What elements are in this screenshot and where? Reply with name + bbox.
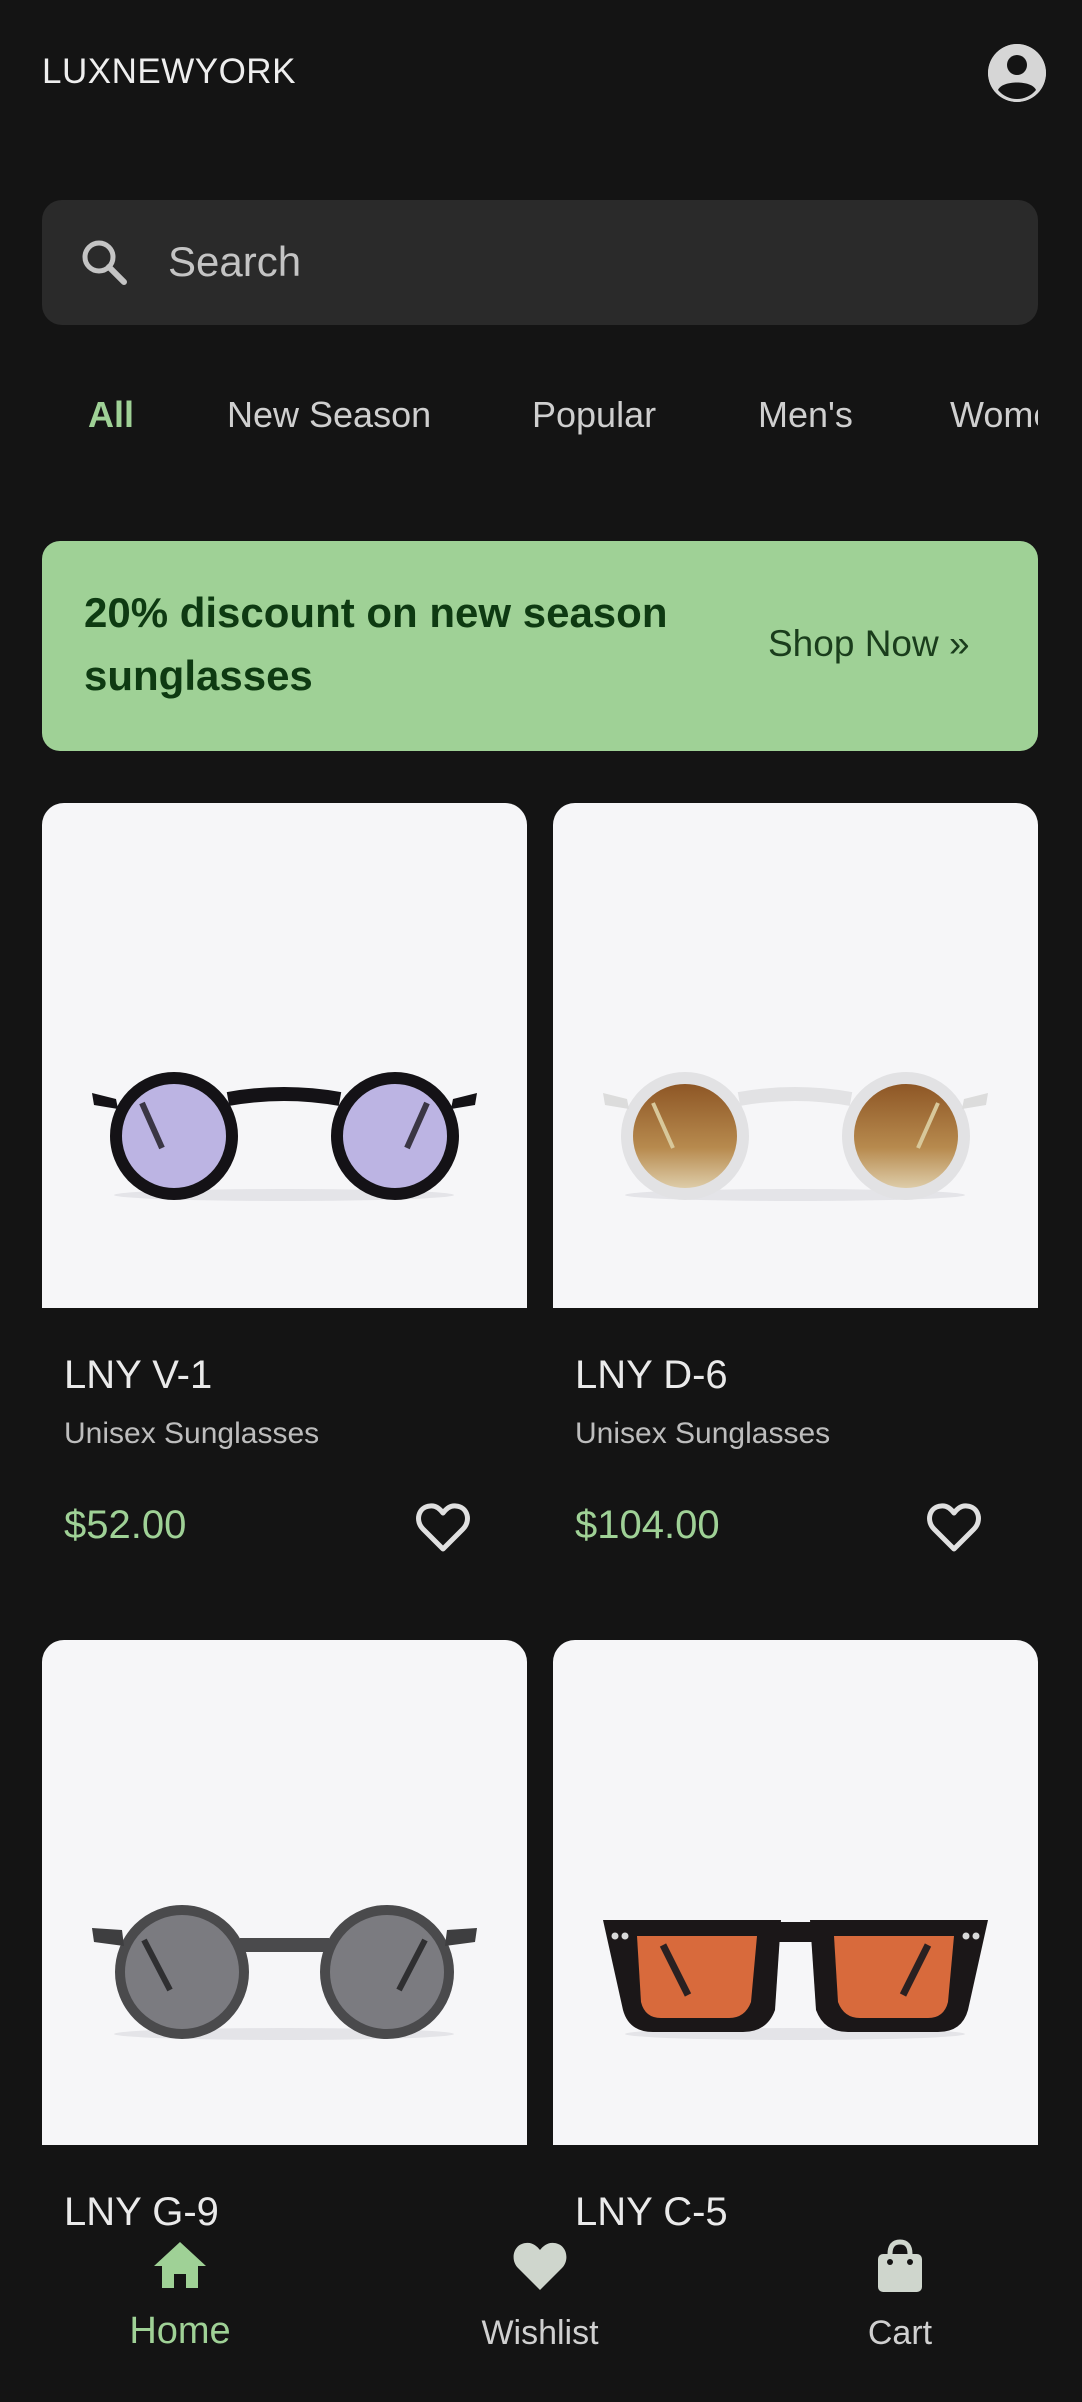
product-image	[553, 803, 1038, 1308]
heart-icon	[510, 2236, 570, 2296]
tab-popular[interactable]: Popular	[532, 385, 656, 445]
product-name: LNY D-6	[575, 1353, 728, 1397]
shopping-bag-icon	[870, 2236, 930, 2296]
search-icon	[78, 236, 130, 288]
nav-wishlist[interactable]: Wishlist	[430, 2230, 650, 2402]
app-header: LUXNEWYORK	[0, 0, 1082, 150]
product-name: LNY G-9	[64, 2190, 219, 2234]
product-image	[42, 803, 527, 1308]
wishlist-heart-icon[interactable]	[415, 1501, 471, 1555]
product-card[interactable]: LNY D-6 Unisex Sunglasses $104.00	[553, 803, 1038, 1603]
product-price: $52.00	[64, 1503, 187, 1547]
search-input[interactable]: Search	[168, 236, 301, 288]
nav-home-label: Home	[129, 2310, 231, 2352]
tab-womens[interactable]: Women's	[950, 385, 1038, 445]
product-name: LNY C-5	[575, 2190, 728, 2234]
product-name: LNY V-1	[64, 1353, 213, 1397]
product-card[interactable]: LNY G-9	[42, 1640, 527, 2240]
product-price: $104.00	[575, 1503, 720, 1547]
nav-home[interactable]: Home	[70, 2230, 290, 2402]
promo-text: 20% discount on new season sunglasses	[84, 589, 668, 699]
nav-wishlist-label: Wishlist	[481, 2314, 599, 2352]
product-subtitle: Unisex Sunglasses	[64, 1417, 320, 1450]
tab-new-season[interactable]: New Season	[227, 385, 431, 445]
product-card[interactable]: LNY V-1 Unisex Sunglasses $52.00	[42, 803, 527, 1603]
product-card[interactable]: LNY C-5	[553, 1640, 1038, 2240]
category-tabs: All New Season Popular Men's Women's	[42, 385, 1038, 445]
brand-title: LUXNEWYORK	[42, 52, 296, 91]
promo-banner[interactable]: 20% discount on new season sunglasses Sh…	[42, 541, 1038, 751]
home-icon	[150, 2236, 210, 2296]
nav-cart-label: Cart	[867, 2314, 933, 2352]
wishlist-heart-icon[interactable]	[926, 1501, 982, 1555]
shop-now-button[interactable]: Shop Now »	[768, 623, 970, 665]
product-image	[553, 1640, 1038, 2145]
account-circle-icon[interactable]	[988, 44, 1046, 102]
bottom-navigation: Home Wishlist Cart	[0, 2230, 1082, 2402]
tab-all[interactable]: All	[88, 385, 134, 445]
product-subtitle: Unisex Sunglasses	[575, 1417, 831, 1450]
product-image	[42, 1640, 527, 2145]
tab-mens[interactable]: Men's	[758, 385, 853, 445]
nav-cart[interactable]: Cart	[790, 2230, 1010, 2402]
